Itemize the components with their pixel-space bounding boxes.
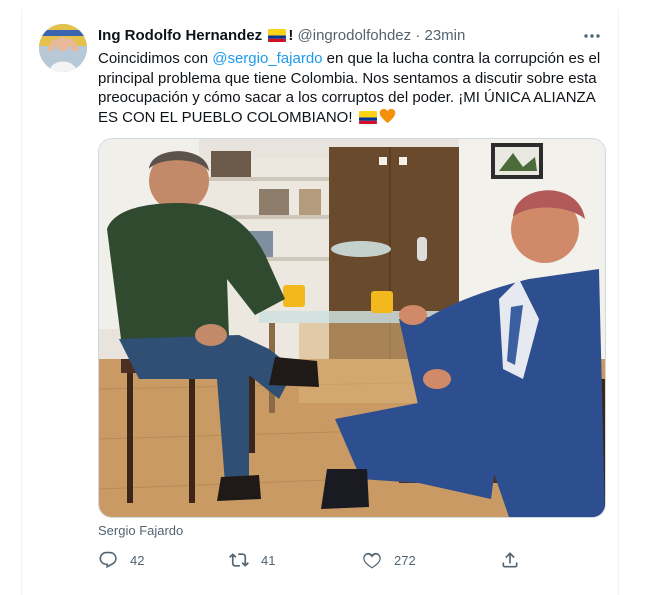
heart-icon [363, 552, 381, 569]
tweet-text: Coincidimos con @sergio_fajardo en que l… [98, 49, 608, 127]
like-button[interactable]: 272 [362, 548, 416, 572]
reply-button[interactable]: 42 [98, 548, 144, 572]
tweet-actions: 42 41 272 [94, 548, 524, 572]
avatar[interactable] [39, 24, 87, 72]
display-name-suffix: ! [288, 27, 294, 44]
reply-icon [99, 551, 117, 569]
tweet-header: Ing Rodolfo Hernandez ! @ingrodolfohdez … [98, 26, 606, 46]
tweet-card[interactable]: Ing Rodolfo Hernandez ! @ingrodolfohdez … [21, 10, 619, 595]
mention-link[interactable]: @sergio_fajardo [212, 50, 322, 67]
photo-two-men-at-table [99, 139, 605, 517]
share-button[interactable] [500, 548, 532, 572]
retweet-button[interactable]: 41 [229, 548, 275, 572]
orange-heart-icon [379, 108, 395, 123]
more-icon[interactable] [582, 26, 602, 46]
tweet-text-start: Coincidimos con [98, 50, 213, 67]
timestamp[interactable]: 23min [425, 27, 466, 44]
user-handle[interactable]: @ingrodolfohdez [298, 27, 412, 44]
share-icon [502, 552, 518, 568]
retweet-count: 41 [261, 552, 276, 568]
tweet-photo[interactable] [98, 138, 606, 518]
display-name[interactable]: Ing Rodolfo Hernandez [98, 27, 262, 44]
reply-count: 42 [130, 552, 145, 568]
photo-tag-caption[interactable]: Sergio Fajardo [98, 523, 183, 538]
avatar-image [39, 24, 87, 72]
separator-dot: · [415, 27, 421, 44]
colombia-flag-icon [358, 110, 377, 124]
like-count: 272 [394, 552, 416, 568]
retweet-icon [229, 553, 249, 567]
colombia-flag-icon [268, 29, 287, 42]
